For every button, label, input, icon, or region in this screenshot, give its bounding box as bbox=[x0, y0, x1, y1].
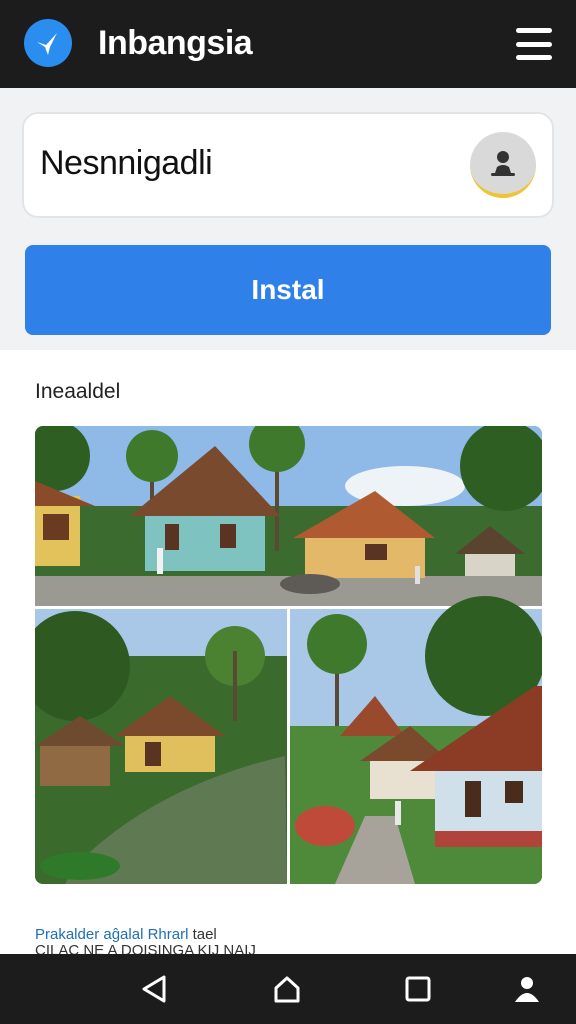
gallery-image-bottom-right bbox=[290, 596, 542, 884]
install-button[interactable]: Instal bbox=[25, 245, 551, 335]
recents-square-icon[interactable] bbox=[397, 968, 439, 1010]
bird-icon[interactable] bbox=[24, 19, 72, 67]
user-avatar-icon[interactable] bbox=[470, 132, 536, 198]
header-panel: Nesnnigadli Instal bbox=[0, 88, 576, 350]
gallery-image-top bbox=[35, 426, 542, 606]
search-value[interactable]: Nesnnigadli bbox=[40, 144, 213, 183]
image-caption[interactable]: Prakalder aĝalal Rhrarl tael bbox=[35, 926, 217, 943]
hamburger-menu-icon[interactable] bbox=[516, 28, 552, 60]
back-triangle-icon[interactable] bbox=[133, 968, 175, 1010]
top-app-bar: Inbangsia bbox=[0, 0, 576, 88]
home-icon[interactable] bbox=[266, 968, 308, 1010]
section-title: Ineaaldel bbox=[35, 380, 121, 403]
caption-subline: CILAC NE A DOISINGA KIJ NAIJ bbox=[35, 944, 256, 954]
app-title: Inbangsia bbox=[98, 24, 253, 62]
system-nav-bar bbox=[0, 954, 576, 1024]
search-field[interactable]: Nesnnigadli bbox=[22, 112, 554, 218]
caption-link[interactable]: Prakalder aĝalal Rhrarl bbox=[35, 926, 188, 943]
person-icon[interactable] bbox=[506, 968, 548, 1010]
caption-rest: tael bbox=[188, 926, 217, 943]
village-photo-gallery[interactable] bbox=[35, 426, 542, 884]
gallery-image-bottom-left bbox=[35, 609, 287, 884]
